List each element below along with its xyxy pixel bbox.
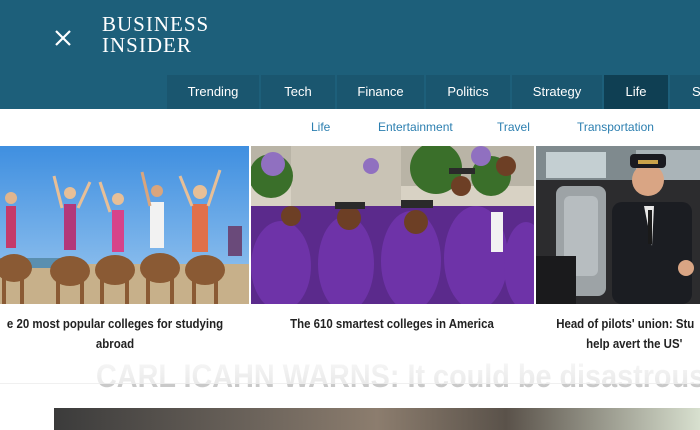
card-title-smartest-colleges[interactable]: The 610 smartest colleges in America <box>278 314 507 334</box>
card-title-colleges-abroad[interactable]: e 20 most popular colleges for studying … <box>5 314 225 354</box>
card-title-line: The 610 smartest colleges in America <box>290 316 494 331</box>
sub-nav: Life Entertainment Travel Transportation <box>0 109 700 146</box>
subnav-item-transportation[interactable]: Transportation <box>577 120 654 134</box>
headline-fade-overlay <box>0 350 700 384</box>
card-image-pilot[interactable] <box>536 146 700 304</box>
business-insider-logo[interactable]: BUSINESS INSIDER <box>102 14 209 56</box>
nav-item-strategy[interactable]: Strategy <box>512 75 602 109</box>
nav-item-tech[interactable]: Tech <box>261 75 335 109</box>
nav-item-trending[interactable]: Trending <box>167 75 259 109</box>
card-title-pilots-union[interactable]: Head of pilots' union: Stu help avert th… <box>556 314 700 354</box>
headline-photo[interactable] <box>54 408 700 430</box>
card-title-line: Head of pilots' union: Stu <box>556 316 695 331</box>
nav-item-politics[interactable]: Politics <box>426 75 510 109</box>
nav-item-s[interactable]: S <box>670 75 700 109</box>
subnav-item-travel[interactable]: Travel <box>497 120 530 134</box>
subnav-item-entertainment[interactable]: Entertainment <box>378 120 453 134</box>
card-title-line: e 20 most popular colleges for studying <box>6 316 224 331</box>
logo-line-2: INSIDER <box>102 33 192 57</box>
subnav-item-life[interactable]: Life <box>311 120 330 134</box>
logo-line-1: BUSINESS <box>102 12 210 36</box>
header-bar: BUSINESS INSIDER <box>0 0 700 74</box>
nav-item-life[interactable]: Life <box>604 75 668 109</box>
nav-item-finance[interactable]: Finance <box>337 75 424 109</box>
card-image-graduates[interactable] <box>251 146 534 304</box>
close-icon[interactable] <box>52 27 74 49</box>
card-image-camels[interactable] <box>0 146 249 304</box>
section-nav: Trending Tech Finance Politics Strategy … <box>0 74 700 109</box>
